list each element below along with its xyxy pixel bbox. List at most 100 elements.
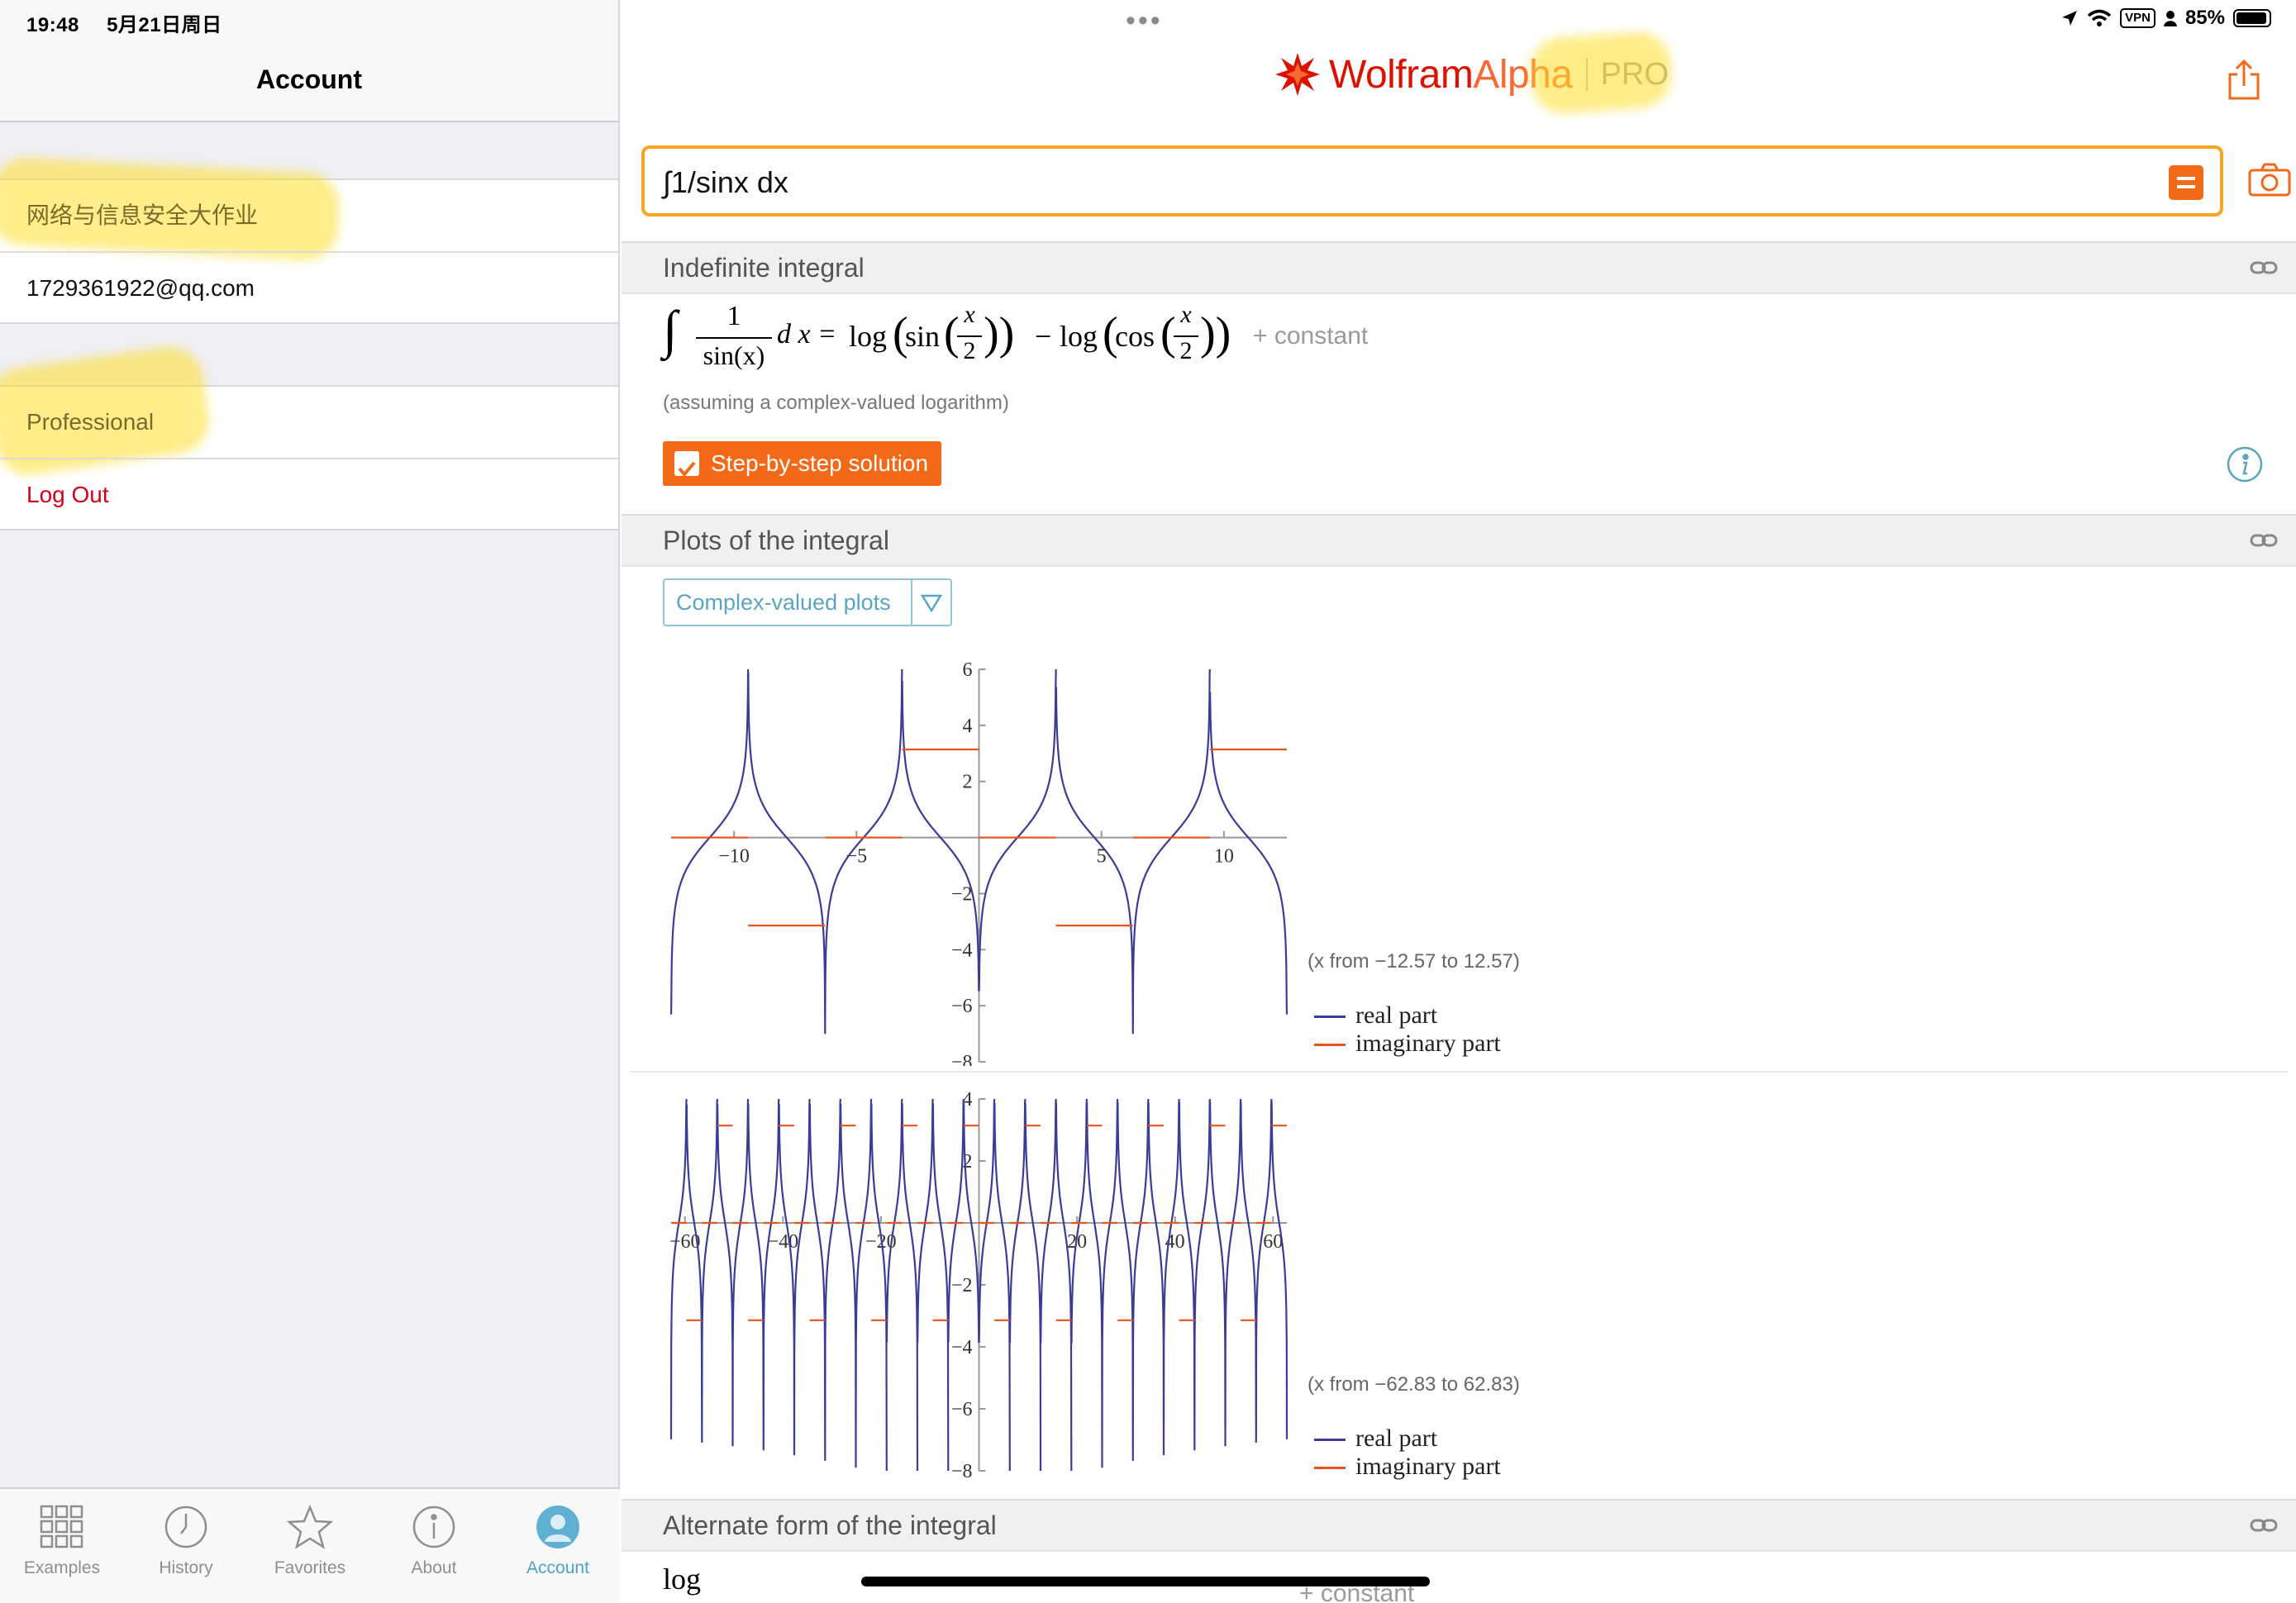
- pod-header-alternate: Alternate form of the integral: [622, 1499, 2296, 1552]
- search-input[interactable]: ∫1/sinx dx: [641, 145, 2223, 216]
- formula-denominator: sin(x): [703, 340, 765, 370]
- wolfram-logo: WolframAlpha PRO: [1274, 30, 1674, 116]
- redaction-scribble: [861, 1577, 1430, 1586]
- tab-about[interactable]: About: [372, 1489, 496, 1603]
- tab-label: About: [411, 1558, 457, 1577]
- half-numerator: x: [1180, 301, 1192, 328]
- share-icon[interactable]: [2227, 59, 2261, 101]
- half-denominator: 2: [963, 337, 976, 364]
- assumption-note: (assuming a complex-valued logarithm): [663, 392, 1009, 414]
- x-tick-label: −10: [718, 846, 750, 868]
- plot-1: −10 −5 5 10642−2−4−6−8: [669, 659, 1289, 1066]
- main-panel: ••• VPN 85% WolframAlpha PRO ∫1/sinx dx …: [622, 0, 2296, 1603]
- y-tick-label: −2: [951, 883, 973, 905]
- brand-wolfram: Wolfram: [1329, 52, 1474, 97]
- tab-account[interactable]: Account: [496, 1489, 620, 1603]
- plot-divider: [630, 1071, 2288, 1073]
- tab-label: History: [159, 1558, 213, 1577]
- formula-numerator: 1: [726, 301, 741, 331]
- link-icon[interactable]: [2250, 1514, 2278, 1537]
- grid-icon: [40, 1505, 83, 1548]
- plot-2: −60 −40 −20 20 40 6042−2−4−6−8: [669, 1089, 1289, 1482]
- camera-icon[interactable]: [2248, 162, 2291, 197]
- fraction-bar: [696, 337, 772, 339]
- formula-minus: −: [1035, 320, 1052, 353]
- pod-header-indefinite: Indefinite integral: [622, 241, 2296, 294]
- y-tick-label: 2: [963, 772, 973, 793]
- battery-percent: 85%: [2184, 7, 2225, 29]
- y-tick-label: −4: [951, 939, 973, 961]
- status-date: 5月21日周日: [107, 14, 222, 36]
- user-name-cell: 网络与信息安全大作业: [26, 202, 259, 228]
- y-tick-label: −8: [951, 1461, 973, 1482]
- alternate-formula-start: log: [663, 1563, 702, 1596]
- account-info-group: 网络与信息安全大作业 1729361922@qq.com: [0, 156, 618, 324]
- chevron-down-icon: [921, 594, 942, 613]
- integral-formula: ∫ 1 sin(x) d x = log ( sin ( x 2 )) − lo…: [663, 300, 1369, 370]
- logo-divider: [1585, 58, 1588, 91]
- subscription-group: Professional Log Out: [0, 342, 618, 530]
- tab-history[interactable]: History: [124, 1489, 248, 1603]
- plot2-range: (x from −62.83 to 62.83): [1308, 1373, 1520, 1396]
- x-tick-label: 10: [1214, 846, 1234, 868]
- formula-sin: sin: [905, 320, 941, 353]
- half-denominator: 2: [1179, 337, 1193, 364]
- legend-real: real part: [1314, 1001, 1501, 1030]
- link-icon[interactable]: [2250, 256, 2278, 279]
- location-icon: [2062, 11, 2078, 26]
- dropdown-label: Complex-valued plots: [676, 590, 891, 615]
- sidebar-navbar: 19:48 5月21日周日 Account: [0, 0, 618, 122]
- legend-imaginary: imaginary part: [1314, 1030, 1501, 1058]
- plot1-range: (x from −12.57 to 12.57): [1308, 950, 1520, 973]
- multitask-dots[interactable]: •••: [1126, 5, 1163, 37]
- plan-cell: Professional: [26, 409, 155, 435]
- formula-cos: cos: [1115, 320, 1155, 353]
- email-cell: 1729361922@qq.com: [0, 251, 618, 322]
- wifi-icon: [2087, 9, 2112, 26]
- logout-button[interactable]: Log Out: [0, 458, 618, 529]
- keyboard-toggle-button[interactable]: [2169, 165, 2203, 200]
- battery-icon: [2233, 9, 2271, 27]
- half-numerator: x: [964, 301, 975, 328]
- search-query: ∫1/sinx dx: [663, 165, 788, 199]
- plot-type-dropdown[interactable]: Complex-valued plots: [663, 578, 952, 626]
- y-tick-label: −6: [951, 996, 973, 1017]
- sidebar: 19:48 5月21日周日 Account 网络与信息安全大作业 1729361…: [0, 0, 620, 1603]
- tab-label: Account: [526, 1558, 589, 1577]
- link-icon[interactable]: [2250, 529, 2278, 552]
- step-button-label: Step-by-step solution: [711, 450, 929, 476]
- status-bar-left: 19:48 5月21日周日: [26, 8, 244, 37]
- pod-title: Plots of the integral: [663, 526, 889, 555]
- tab-label: Examples: [23, 1558, 101, 1577]
- pod-title: Alternate form of the integral: [663, 1510, 997, 1540]
- legend-imaginary: imaginary part: [1314, 1453, 1501, 1481]
- person-icon: [536, 1505, 579, 1548]
- star-icon: [287, 1504, 333, 1549]
- formula-constant: + constant: [1253, 322, 1369, 350]
- sidebar-title: Account: [256, 64, 362, 94]
- legend-real: real part: [1314, 1425, 1501, 1453]
- vpn-badge: VPN: [2120, 8, 2155, 28]
- pod-header-plots: Plots of the integral: [622, 514, 2296, 567]
- x-tick-label: 60: [1263, 1231, 1283, 1253]
- brand-alpha: Alpha: [1473, 52, 1573, 97]
- plot2-legend: real part imaginary part: [1314, 1425, 1501, 1481]
- x-tick-label: −40: [768, 1231, 799, 1253]
- checkbox-icon: [674, 451, 699, 478]
- formula-log2: log: [1060, 320, 1098, 353]
- pod-title: Indefinite integral: [663, 253, 865, 283]
- info-icon[interactable]: [2227, 446, 2263, 483]
- formula-log1: log: [849, 320, 888, 353]
- y-tick-label: 6: [963, 659, 973, 681]
- status-bar-right: VPN 85%: [2060, 7, 2271, 30]
- y-tick-label: −8: [951, 1052, 973, 1066]
- tab-bar: Examples History Favorites About Account: [0, 1487, 620, 1603]
- info-icon: [412, 1505, 455, 1548]
- y-tick-label: −2: [951, 1275, 973, 1296]
- tab-favorites[interactable]: Favorites: [248, 1489, 372, 1603]
- spikey-icon: [1275, 53, 1320, 96]
- step-by-step-button[interactable]: Step-by-step solution: [663, 441, 942, 486]
- tab-examples[interactable]: Examples: [0, 1489, 124, 1603]
- status-time: 19:48: [26, 14, 79, 36]
- y-tick-label: −6: [951, 1399, 973, 1420]
